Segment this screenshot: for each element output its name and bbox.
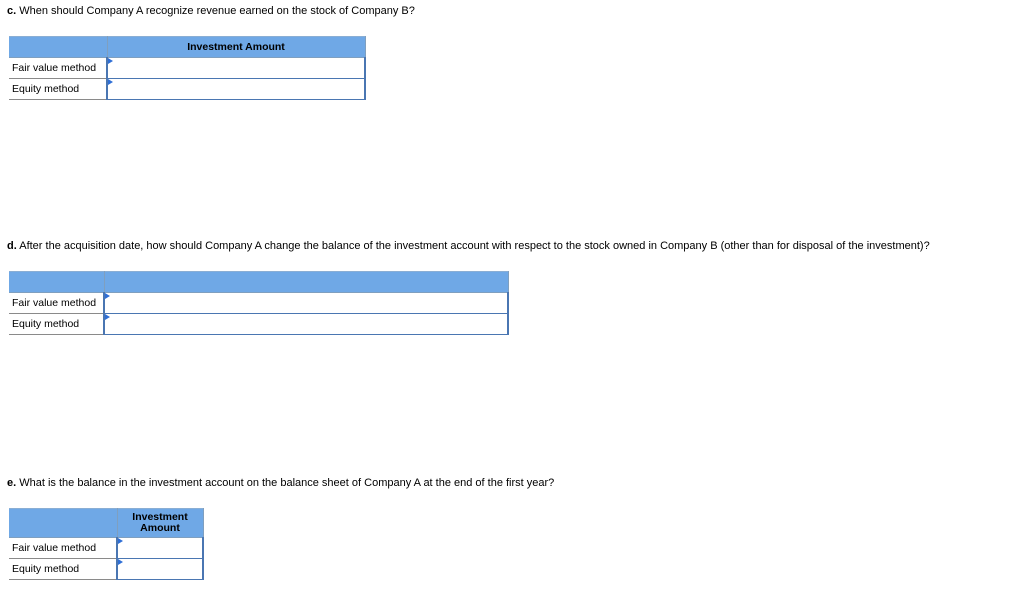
table-header-row [9, 271, 509, 293]
table-header-row: Investment Amount [9, 508, 204, 538]
entry-flag-icon [108, 79, 113, 85]
answer-cell-c-equity[interactable] [106, 78, 366, 100]
table-header-row: Investment Amount [9, 36, 366, 58]
row-label-equity: Equity method [9, 78, 108, 100]
header-blank-cell [9, 508, 118, 538]
answer-input-d-fair-value[interactable] [105, 293, 507, 313]
answer-input-c-fair-value[interactable] [108, 58, 364, 78]
table-row: Fair value method [9, 57, 366, 79]
table-row: Fair value method [9, 537, 204, 559]
row-label-fair-value: Fair value method [9, 57, 108, 79]
answer-input-e-equity[interactable] [118, 559, 202, 579]
row-label-fair-value: Fair value method [9, 292, 105, 314]
header-blank-cell [9, 36, 108, 58]
question-c-text: When should Company A recognize revenue … [16, 5, 415, 17]
question-d: d. After the acquisition date, how shoul… [7, 240, 930, 253]
entry-flag-icon [118, 559, 123, 565]
header-investment-amount: Investment Amount [116, 508, 204, 538]
question-e: e. What is the balance in the investment… [7, 477, 554, 490]
answer-input-e-fair-value[interactable] [118, 538, 202, 558]
answer-table-d: Fair value method Equity method [9, 271, 509, 335]
question-c: c. When should Company A recognize reven… [7, 5, 415, 18]
question-e-letter: e. [7, 477, 17, 489]
answer-cell-e-equity[interactable] [116, 558, 204, 580]
table-row: Fair value method [9, 292, 509, 314]
answer-cell-e-fair-value[interactable] [116, 537, 204, 559]
row-label-fair-value: Fair value method [9, 537, 118, 559]
entry-flag-icon [105, 293, 110, 299]
entry-flag-icon [118, 538, 123, 544]
answer-input-c-equity[interactable] [108, 79, 364, 99]
table-row: Equity method [9, 558, 204, 580]
question-d-letter: d. [7, 240, 17, 252]
table-row: Equity method [9, 313, 509, 335]
header-line-2: Amount [140, 522, 180, 534]
answer-cell-d-fair-value[interactable] [103, 292, 509, 314]
question-e-text: What is the balance in the investment ac… [16, 477, 555, 489]
row-label-equity: Equity method [9, 313, 105, 335]
answer-table-e: Investment Amount Fair value method Equi… [9, 508, 204, 580]
header-blank-cell [9, 271, 105, 293]
answer-cell-c-fair-value[interactable] [106, 57, 366, 79]
entry-flag-icon [105, 314, 110, 320]
answer-table-c: Investment Amount Fair value method Equi… [9, 36, 366, 100]
header-investment-amount: Investment Amount [106, 36, 366, 58]
table-row: Equity method [9, 78, 366, 100]
row-label-equity: Equity method [9, 558, 118, 580]
entry-flag-icon [108, 58, 113, 64]
question-d-text: After the acquisition date, how should C… [16, 240, 930, 252]
answer-input-d-equity[interactable] [105, 314, 507, 334]
answer-cell-d-equity[interactable] [103, 313, 509, 335]
header-blank-cell [103, 271, 509, 293]
question-c-letter: c. [7, 5, 17, 17]
